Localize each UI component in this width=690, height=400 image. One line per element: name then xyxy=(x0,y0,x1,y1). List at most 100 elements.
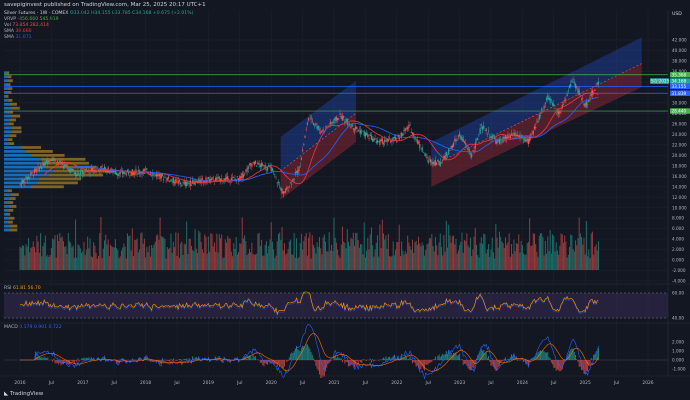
volume-bar xyxy=(194,228,196,270)
time-tick-label: 2026 xyxy=(642,380,653,386)
volume-bar xyxy=(333,217,335,270)
candle-body xyxy=(66,164,68,167)
candle-body xyxy=(24,182,26,183)
candle-body xyxy=(55,163,57,165)
volume-bar xyxy=(186,221,188,270)
volume-bar xyxy=(381,219,383,270)
volume-profile-row xyxy=(4,189,8,193)
volume-bar xyxy=(190,246,192,270)
volume-bar xyxy=(544,240,546,270)
candle-body xyxy=(189,180,191,186)
volume-bar xyxy=(145,257,147,270)
volume-profile-row xyxy=(38,177,82,181)
macd-histogram-bar xyxy=(305,344,307,360)
candle-body xyxy=(403,130,405,132)
volume-bar xyxy=(357,240,359,270)
macd-histogram-bar xyxy=(412,360,413,364)
candle-body xyxy=(282,191,284,195)
volume-bar xyxy=(581,237,583,270)
candle-body xyxy=(258,163,260,165)
candle-body xyxy=(337,117,339,121)
volume-bar xyxy=(27,238,29,270)
volume-profile-row xyxy=(8,208,14,212)
candle-body xyxy=(407,127,409,130)
volume-bar xyxy=(40,233,42,270)
volume-bar xyxy=(183,243,185,270)
candle-body xyxy=(343,116,345,119)
macd-histogram-bar xyxy=(287,360,289,361)
macd-histogram-bar xyxy=(255,356,256,360)
candle-body xyxy=(201,178,203,180)
volume-bar xyxy=(101,258,103,270)
volume-bar xyxy=(209,251,211,270)
volume-bar xyxy=(391,255,393,270)
macd-histogram-bar xyxy=(341,360,343,363)
volume-bar xyxy=(415,240,417,270)
candle-body xyxy=(275,176,277,178)
candle-body xyxy=(310,115,312,120)
volume-profile-row xyxy=(4,106,12,110)
time-tick-label: Jul xyxy=(48,380,54,386)
macd-histogram-bar xyxy=(431,360,433,362)
price-tick-label: -4.000 xyxy=(672,279,686,284)
candle-body xyxy=(324,126,327,127)
time-tick-label: 2018 xyxy=(140,380,151,386)
macd-histogram-bar xyxy=(473,360,475,369)
candle-body xyxy=(143,169,145,171)
candle-body xyxy=(37,166,39,167)
volume-bar xyxy=(245,241,247,270)
macd-histogram-bar xyxy=(169,360,171,362)
volume-bar xyxy=(152,247,154,270)
candle-body xyxy=(260,162,263,167)
volume-bar xyxy=(64,246,66,270)
volume-bar xyxy=(439,233,441,270)
macd-histogram-bar xyxy=(52,360,54,362)
candle-body xyxy=(254,161,257,164)
volume-bar xyxy=(419,243,421,270)
candle-body xyxy=(475,139,478,141)
volume-bar xyxy=(181,241,183,270)
volume-bar xyxy=(523,253,525,270)
candle-body xyxy=(538,114,540,120)
volume-profile-row xyxy=(9,205,17,208)
volume-profile-row xyxy=(4,118,10,122)
macd-histogram-bar xyxy=(488,356,490,360)
candle-body xyxy=(454,139,456,142)
candle-body xyxy=(52,158,54,162)
volume-profile-row xyxy=(4,201,9,204)
volume-bar xyxy=(347,241,349,270)
candle-body xyxy=(423,155,426,156)
volume-bar xyxy=(19,246,21,270)
volume-bar xyxy=(403,254,405,270)
volume-bar xyxy=(389,256,391,270)
candle-body xyxy=(457,135,459,137)
macd-histogram-bar xyxy=(372,359,374,360)
macd-histogram-bar xyxy=(71,360,73,362)
volume-bar xyxy=(158,239,160,270)
macd-histogram-bar xyxy=(461,358,463,360)
volume-profile-row xyxy=(11,114,21,118)
volume-bar xyxy=(540,233,542,270)
candle-body xyxy=(437,159,439,162)
candle-body xyxy=(421,147,423,152)
candle-body xyxy=(566,94,568,97)
volume-bar xyxy=(402,250,404,270)
volume-bar xyxy=(514,250,516,270)
candle-body xyxy=(233,177,235,179)
volume-bar xyxy=(268,246,270,270)
candle-body xyxy=(527,138,530,145)
volume-bar xyxy=(271,241,273,270)
macd-histogram-bar xyxy=(361,360,363,363)
volume-bar xyxy=(366,250,368,270)
volume-bar xyxy=(316,242,318,270)
volume-bar xyxy=(321,254,323,270)
chart-canvas[interactable]: USD42.00040.00038.00036.00034.00032.0003… xyxy=(0,0,690,400)
volume-bar xyxy=(285,254,287,270)
volume-bar xyxy=(597,241,599,270)
tradingview-logo[interactable]: ◣ TradingView xyxy=(4,391,43,397)
candle-body xyxy=(218,176,220,180)
macd-histogram-bar xyxy=(437,355,439,360)
macd-histogram-bar xyxy=(567,353,569,360)
macd-histogram-bar xyxy=(366,360,368,361)
volume-bar xyxy=(450,242,452,270)
